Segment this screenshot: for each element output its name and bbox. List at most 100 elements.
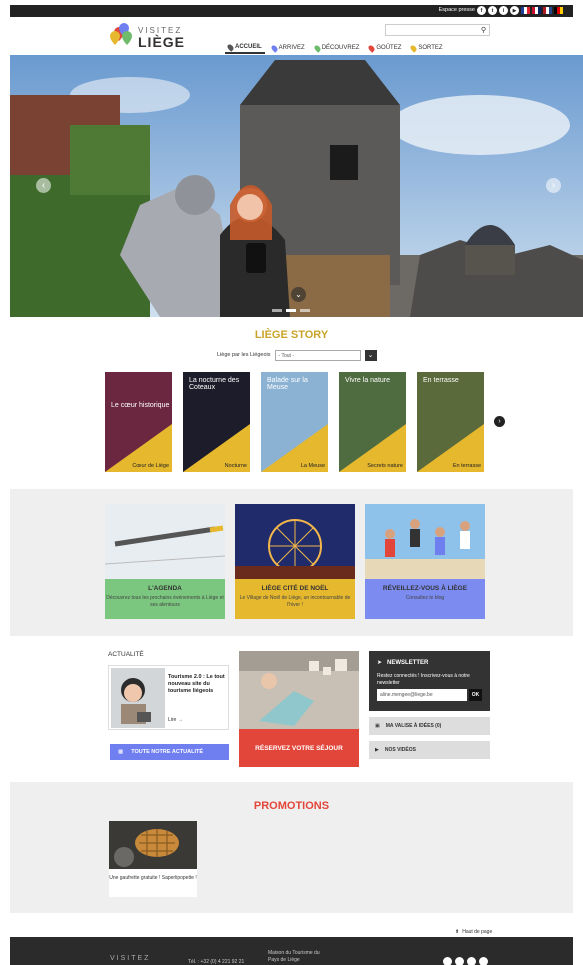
actualite-title: ACTUALITÉ xyxy=(108,651,144,658)
facebook-icon[interactable] xyxy=(443,957,452,965)
youtube-icon[interactable] xyxy=(479,957,488,965)
news-more-link[interactable]: Lire → xyxy=(168,717,183,723)
footer-socials xyxy=(443,957,488,965)
feature-title: L'AGENDA xyxy=(148,585,182,592)
hero-next-button[interactable]: › xyxy=(546,178,561,193)
feature-subtitle: Découvrez tous les prochains événements … xyxy=(106,595,224,608)
map-pin-icon xyxy=(409,43,419,53)
map-pin-icon xyxy=(312,43,322,53)
story-card[interactable]: La nocturne des Coteaux Nocturne xyxy=(183,372,250,472)
hero-slider[interactable]: ‹ › ⌄ xyxy=(10,55,583,317)
calendar-icon: ▦ xyxy=(118,749,124,755)
all-news-button[interactable]: ▦ TOUTE NOTRE ACTUALITÉ xyxy=(110,744,229,760)
story-card-overlay: Balade sur la Meuse xyxy=(267,377,308,391)
flag-de-icon[interactable] xyxy=(554,7,563,14)
hero-pagination xyxy=(272,309,310,312)
videos-label: NOS VIDÉOS xyxy=(384,747,416,753)
news-card[interactable]: Tourisme 2.0 : Le tout nouveau site du t… xyxy=(108,665,229,730)
map-pin-icon xyxy=(269,43,279,53)
nav-item-label: ACCUEIL xyxy=(235,44,262,50)
feature-title: LIÈGE CITÉ DE NOËL xyxy=(261,585,329,592)
instagram-icon[interactable]: i xyxy=(499,6,508,15)
feature-caption: RÉVEILLEZ-VOUS À LIÈGE Consultez le blog xyxy=(365,579,485,619)
nav-item-label: SORTEZ xyxy=(418,45,443,51)
newsletter-email-field[interactable]: aline.mengee@liege.be xyxy=(377,689,467,701)
story-next-button[interactable]: › xyxy=(494,416,505,427)
story-filter: Liège par les Liégeois - Tout - ⌄ xyxy=(217,349,377,361)
sejour-banner[interactable]: RÉSERVEZ VOTRE SÉJOUR xyxy=(239,651,359,767)
instagram-icon[interactable] xyxy=(467,957,476,965)
back-to-top-link[interactable]: ⬆ Haut de page xyxy=(455,929,492,935)
search-input[interactable]: ⚲ xyxy=(385,24,490,36)
back-to-top-label: Haut de page xyxy=(462,929,493,935)
feature-image xyxy=(365,504,485,579)
feature-subtitle: Consultez le blog xyxy=(405,595,445,601)
chevron-down-icon[interactable]: ⌄ xyxy=(364,349,377,361)
logo-pins-icon xyxy=(110,23,132,45)
feature-image xyxy=(105,504,225,579)
feature-caption: L'AGENDA Découvrez tous les prochains évé… xyxy=(105,579,225,619)
promotions-title: PROMOTIONS xyxy=(253,800,330,812)
newsletter-ok-button[interactable]: OK xyxy=(469,689,482,701)
nav-item-1[interactable]: ARRIVEZ xyxy=(269,42,308,54)
nav-item-label: DÉCOUVREZ xyxy=(321,45,360,51)
footer-address-line2: Pays de Liège xyxy=(268,957,300,963)
footer-logo[interactable]: VISITEZ xyxy=(110,955,150,962)
site-logo[interactable]: VISITEZ LIÈGE xyxy=(108,22,184,52)
story-title: LIÈGE STORY xyxy=(254,329,329,341)
feature-image xyxy=(235,504,355,579)
feature-card[interactable]: LIÈGE CITÉ DE NOËL Le Village de Noël de … xyxy=(235,504,355,619)
search-icon[interactable]: ⚲ xyxy=(481,26,486,34)
social-links: f t i ▶ xyxy=(477,6,563,15)
story-card[interactable]: Balade sur la Meuse La Meuse xyxy=(261,372,328,472)
story-card-label: En terrasse xyxy=(452,463,481,469)
ideas-label: MA VALISE À IDÉES (0) xyxy=(385,723,442,729)
story-card[interactable]: Le cœur historique Cœur de Liège xyxy=(105,372,172,472)
all-news-label: TOUTE NOTRE ACTUALITÉ xyxy=(131,749,204,755)
feature-caption: LIÈGE CITÉ DE NOËL Le Village de Noël de … xyxy=(235,579,355,619)
news-title[interactable]: Tourisme 2.0 : Le tout nouveau site du t… xyxy=(168,674,228,695)
flag-nl-icon[interactable] xyxy=(543,7,552,14)
feature-card[interactable]: RÉVEILLEZ-VOUS À LIÈGE Consultez le blog xyxy=(365,504,485,619)
newsletter-box: ➤ NEWSLETTER Restez connectés ! Inscrive… xyxy=(369,651,490,711)
twitter-icon[interactable] xyxy=(455,957,464,965)
hero-dot[interactable] xyxy=(272,309,282,312)
facebook-icon[interactable]: f xyxy=(477,6,486,15)
story-card[interactable]: En terrasse En terrasse xyxy=(417,372,484,472)
flag-fr-icon[interactable] xyxy=(521,7,530,14)
nav-item-3[interactable]: GOÛTEZ xyxy=(366,42,404,54)
nav-item-label: ARRIVEZ xyxy=(278,45,305,51)
nav-item-0[interactable]: ACCUEIL xyxy=(225,42,265,54)
hero-scroll-down-icon[interactable]: ⌄ xyxy=(291,287,306,302)
newsletter-title: NEWSLETTER xyxy=(387,659,429,666)
story-card-label: Nocturne xyxy=(224,463,247,469)
story-card-label: La Meuse xyxy=(300,463,325,469)
main-nav: ACCUEIL ARRIVEZ DÉCOUVREZ GOÛTEZ SORTEZ xyxy=(225,42,493,54)
filter-select[interactable]: - Tout - xyxy=(274,349,361,361)
flag-en-icon[interactable] xyxy=(532,7,541,14)
newsletter-desc: Restez connectés ! Inscrivez-vous à notr… xyxy=(377,673,470,686)
ideas-suitcase-button[interactable]: ▣ MA VALISE À IDÉES (0) xyxy=(369,717,490,735)
feature-card[interactable]: L'AGENDA Découvrez tous les prochains évé… xyxy=(105,504,225,619)
nav-item-4[interactable]: SORTEZ xyxy=(408,42,445,54)
promo-caption: Une gaufrette gratuite ! Saperlipopette … xyxy=(109,875,197,881)
hero-dot[interactable] xyxy=(286,309,296,312)
story-card[interactable]: Vivre la nature Secrets nature xyxy=(339,372,406,472)
videos-button[interactable]: ▶ NOS VIDÉOS xyxy=(369,741,490,759)
twitter-icon[interactable]: t xyxy=(488,6,497,15)
arrow-up-icon: ⬆ xyxy=(455,929,460,935)
footer-phone: Tél. : +32 (0) 4 221 92 21 xyxy=(188,959,245,965)
nav-item-label: GOÛTEZ xyxy=(376,45,402,51)
hero-dot[interactable] xyxy=(300,309,310,312)
news-image xyxy=(111,668,165,728)
story-card-label: Secrets nature xyxy=(367,463,403,469)
press-link[interactable]: Espace presse xyxy=(439,7,475,13)
nav-item-2[interactable]: DÉCOUVREZ xyxy=(312,42,363,54)
story-card-overlay: Vivre la nature xyxy=(345,377,391,384)
promo-card[interactable]: Une gaufrette gratuite ! Saperlipopette … xyxy=(109,821,197,897)
story-card-overlay: Le cœur historique xyxy=(111,402,170,409)
feature-subtitle: Le Village de Noël de Liège, un incontou… xyxy=(239,595,351,608)
top-bar: Espace presse f t i ▶ xyxy=(10,5,573,17)
hero-prev-button[interactable]: ‹ xyxy=(36,178,51,193)
youtube-icon[interactable]: ▶ xyxy=(510,6,519,15)
